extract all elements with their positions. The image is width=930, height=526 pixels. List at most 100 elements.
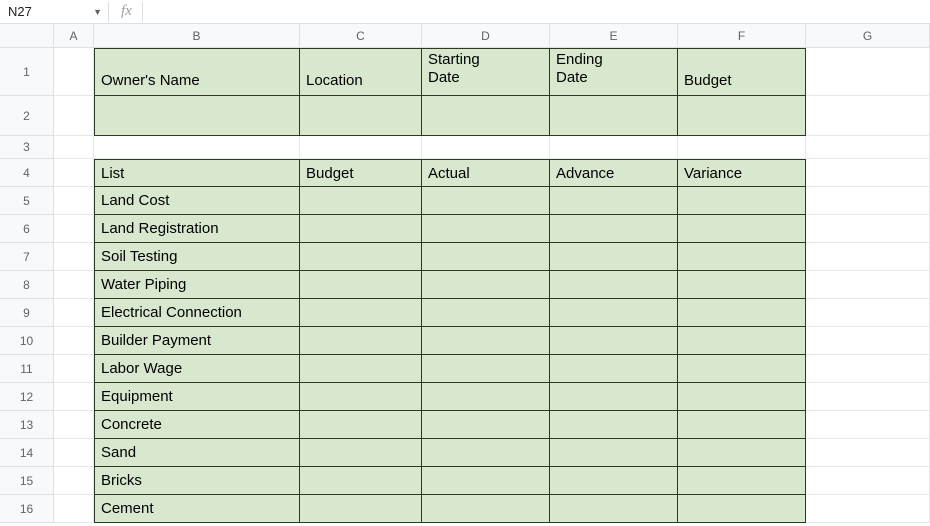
cell[interactable]	[54, 439, 94, 467]
data-cell[interactable]	[678, 215, 806, 243]
data-cell[interactable]	[300, 439, 422, 467]
data-cell[interactable]	[300, 299, 422, 327]
row-header[interactable]: 1	[0, 48, 54, 96]
data-cell[interactable]	[678, 243, 806, 271]
row-header[interactable]: 6	[0, 215, 54, 243]
data-cell[interactable]	[678, 299, 806, 327]
data-cell[interactable]	[678, 355, 806, 383]
select-all-corner[interactable]	[0, 24, 54, 48]
row-header[interactable]: 4	[0, 159, 54, 187]
data-cell[interactable]	[550, 439, 678, 467]
cell[interactable]	[54, 271, 94, 299]
row-header[interactable]: 13	[0, 411, 54, 439]
column-header[interactable]: A	[54, 24, 94, 48]
cell[interactable]	[678, 136, 806, 159]
data-cell[interactable]	[550, 327, 678, 355]
header-budget[interactable]: Budget	[678, 48, 806, 96]
list-item[interactable]: Equipment	[94, 383, 300, 411]
cell[interactable]	[54, 136, 94, 159]
row-header[interactable]: 10	[0, 327, 54, 355]
cell[interactable]	[54, 187, 94, 215]
data-cell[interactable]	[678, 383, 806, 411]
data-cell[interactable]	[550, 467, 678, 495]
row-header[interactable]: 12	[0, 383, 54, 411]
data-cell[interactable]	[550, 271, 678, 299]
data-cell[interactable]	[422, 495, 550, 523]
data-cell[interactable]	[678, 495, 806, 523]
column-header[interactable]: C	[300, 24, 422, 48]
cell[interactable]	[806, 327, 930, 355]
input-cell[interactable]	[550, 96, 678, 136]
list-item[interactable]: Builder Payment	[94, 327, 300, 355]
cell[interactable]	[806, 96, 930, 136]
row-header[interactable]: 15	[0, 467, 54, 495]
row-header[interactable]: 16	[0, 495, 54, 523]
data-cell[interactable]	[550, 187, 678, 215]
list-item[interactable]: Sand	[94, 439, 300, 467]
data-cell[interactable]	[678, 411, 806, 439]
name-box[interactable]: N27 ▼	[0, 0, 108, 24]
cell[interactable]	[806, 136, 930, 159]
cell[interactable]	[54, 355, 94, 383]
header-advance[interactable]: Advance	[550, 159, 678, 187]
list-item[interactable]: Labor Wage	[94, 355, 300, 383]
cell[interactable]	[54, 243, 94, 271]
cell[interactable]	[806, 243, 930, 271]
cell[interactable]	[550, 136, 678, 159]
cell[interactable]	[54, 299, 94, 327]
cell[interactable]	[806, 159, 930, 187]
header-ending-date[interactable]: EndingDate	[550, 48, 678, 96]
header-location[interactable]: Location	[300, 48, 422, 96]
formula-input[interactable]	[151, 1, 930, 23]
input-cell[interactable]	[422, 96, 550, 136]
data-cell[interactable]	[550, 215, 678, 243]
data-cell[interactable]	[550, 411, 678, 439]
data-cell[interactable]	[422, 411, 550, 439]
input-cell[interactable]	[300, 96, 422, 136]
list-item[interactable]: Land Cost	[94, 187, 300, 215]
input-cell[interactable]	[678, 96, 806, 136]
cell[interactable]	[54, 467, 94, 495]
data-cell[interactable]	[422, 299, 550, 327]
column-header[interactable]: F	[678, 24, 806, 48]
cell[interactable]	[54, 495, 94, 523]
row-header[interactable]: 9	[0, 299, 54, 327]
cell[interactable]	[806, 439, 930, 467]
cell[interactable]	[806, 467, 930, 495]
data-cell[interactable]	[300, 187, 422, 215]
data-cell[interactable]	[550, 299, 678, 327]
data-cell[interactable]	[300, 467, 422, 495]
data-cell[interactable]	[300, 271, 422, 299]
data-cell[interactable]	[422, 243, 550, 271]
data-cell[interactable]	[300, 383, 422, 411]
column-header[interactable]: B	[94, 24, 300, 48]
list-item[interactable]: Concrete	[94, 411, 300, 439]
data-cell[interactable]	[300, 215, 422, 243]
dropdown-icon[interactable]: ▼	[93, 7, 102, 17]
data-cell[interactable]	[422, 215, 550, 243]
cell[interactable]	[806, 271, 930, 299]
data-cell[interactable]	[550, 495, 678, 523]
cell[interactable]	[806, 495, 930, 523]
data-cell[interactable]	[422, 355, 550, 383]
cell[interactable]	[806, 411, 930, 439]
list-item[interactable]: Electrical Connection	[94, 299, 300, 327]
data-cell[interactable]	[422, 467, 550, 495]
header-actual[interactable]: Actual	[422, 159, 550, 187]
data-cell[interactable]	[550, 355, 678, 383]
data-cell[interactable]	[678, 439, 806, 467]
cell[interactable]	[54, 383, 94, 411]
cell[interactable]	[806, 48, 930, 96]
row-header[interactable]: 3	[0, 136, 54, 159]
header-budget-col[interactable]: Budget	[300, 159, 422, 187]
data-cell[interactable]	[678, 467, 806, 495]
column-header[interactable]: E	[550, 24, 678, 48]
data-cell[interactable]	[422, 327, 550, 355]
cell[interactable]	[54, 159, 94, 187]
data-cell[interactable]	[678, 187, 806, 215]
cell[interactable]	[422, 136, 550, 159]
column-header[interactable]: D	[422, 24, 550, 48]
data-cell[interactable]	[422, 383, 550, 411]
data-cell[interactable]	[422, 439, 550, 467]
data-cell[interactable]	[300, 327, 422, 355]
